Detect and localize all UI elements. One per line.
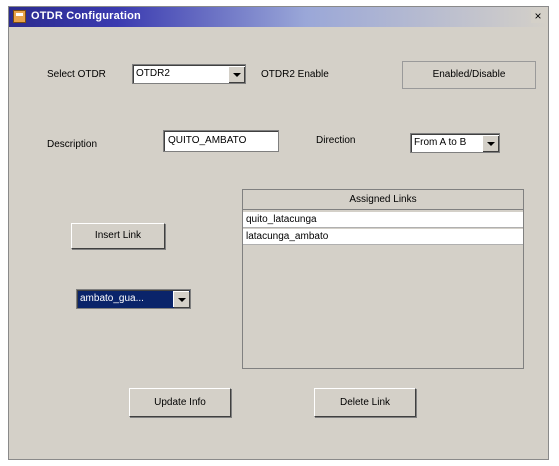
window-title: OTDR Configuration: [31, 10, 141, 22]
link-select[interactable]: ambato_gua...: [76, 289, 191, 309]
chevron-down-icon[interactable]: [173, 291, 189, 307]
list-item[interactable]: latacunga_ambato: [243, 229, 523, 245]
link-select-value: ambato_gua...: [80, 293, 144, 304]
title-bar[interactable]: OTDR Configuration ×: [9, 7, 548, 27]
otdr-enable-label: OTDR2 Enable: [261, 69, 329, 80]
close-icon[interactable]: ×: [531, 10, 545, 23]
update-info-button[interactable]: Update Info: [129, 388, 231, 417]
assigned-links-list[interactable]: Assigned Links quito_latacunga latacunga…: [242, 189, 524, 369]
enable-disable-button[interactable]: Enabled/Disable: [402, 61, 536, 89]
list-item[interactable]: quito_latacunga: [243, 212, 523, 228]
chevron-down-icon[interactable]: [228, 66, 244, 82]
chevron-down-icon[interactable]: [482, 135, 498, 151]
delete-link-button[interactable]: Delete Link: [314, 388, 416, 417]
description-field[interactable]: QUITO_AMBATO: [163, 130, 279, 152]
insert-link-button[interactable]: Insert Link: [71, 223, 165, 249]
description-value: QUITO_AMBATO: [168, 135, 247, 146]
otdr-config-window: OTDR Configuration × Select OTDR OTDR2 O…: [8, 6, 549, 460]
direction-select-value: From A to B: [414, 137, 467, 148]
direction-select[interactable]: From A to B: [410, 133, 500, 153]
description-label: Description: [47, 139, 98, 150]
otdr-select[interactable]: OTDR2: [132, 64, 246, 84]
select-otdr-label: Select OTDR: [47, 69, 106, 80]
otdr-select-value: OTDR2: [136, 68, 170, 79]
app-icon: [13, 10, 26, 23]
assigned-links-header: Assigned Links: [243, 190, 523, 210]
direction-label: Direction: [316, 135, 356, 146]
